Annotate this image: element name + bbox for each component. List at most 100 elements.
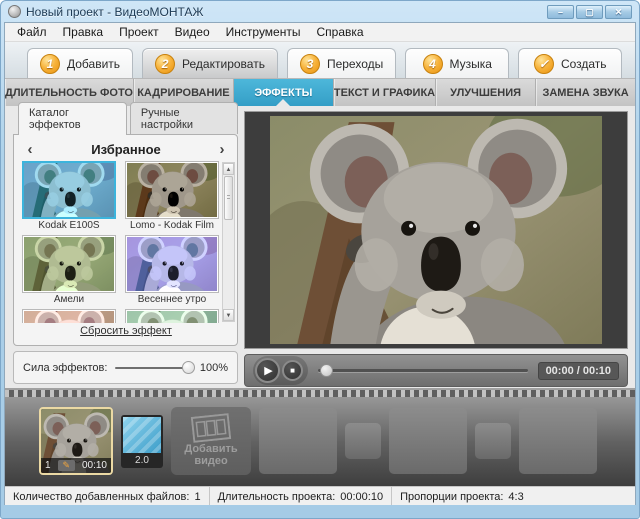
subtab-4[interactable]: ТЕКСТ И ГРАФИКА xyxy=(334,79,436,106)
effect-thumb xyxy=(22,161,116,219)
playback-time: 00:00 / 00:10 xyxy=(538,362,619,380)
subtab-5[interactable]: УЛУЧШЕНИЯ xyxy=(436,79,536,106)
effects-panel: Каталог эффектовРучные настройки ‹ Избра… xyxy=(13,111,238,388)
empty-slot-large[interactable] xyxy=(259,408,337,474)
strength-box: Сила эффектов: 100% xyxy=(13,351,238,384)
prev-category-icon[interactable]: ‹ xyxy=(19,140,41,160)
step-tab-2[interactable]: 2 Редактировать xyxy=(142,48,278,78)
main-area: Каталог эффектовРучные настройки ‹ Избра… xyxy=(5,106,635,388)
status-label: Пропорции проекта: xyxy=(400,491,503,503)
step-tab-1[interactable]: 1 Добавить xyxy=(27,48,133,78)
play-icon: ▶ xyxy=(264,364,272,377)
scrollbar-track[interactable] xyxy=(223,221,234,309)
step-label: Редактировать xyxy=(182,57,265,71)
seek-slider[interactable] xyxy=(318,369,528,372)
preview-column: ▶ ■ 00:00 / 00:10 xyxy=(244,111,628,388)
effect-tile[interactable]: Амели xyxy=(22,235,116,306)
effect-tile[interactable]: Kodak E100S xyxy=(22,161,116,232)
minimize-button[interactable]: – xyxy=(547,5,574,19)
maximize-button[interactable]: ▢ xyxy=(576,5,603,19)
status-value: 1 xyxy=(194,491,200,503)
close-button[interactable]: ✕ xyxy=(605,5,632,19)
check-icon: ✓ xyxy=(534,54,554,74)
playback-bar: ▶ ■ 00:00 / 00:10 xyxy=(244,354,628,387)
subtab-6[interactable]: ЗАМЕНА ЗВУКА xyxy=(536,79,635,106)
scrollbar-thumb[interactable] xyxy=(224,176,233,220)
step-tab-4[interactable]: 4Музыка xyxy=(405,48,509,78)
step-label: Переходы xyxy=(327,57,383,71)
title-bar: Новый проект - ВидеоМОНТАЖ – ▢ ✕ xyxy=(4,1,636,22)
menu-item-video[interactable]: Видео xyxy=(167,25,218,39)
step-badge: 3 xyxy=(300,54,320,74)
seek-slider-handle[interactable] xyxy=(320,364,333,377)
empty-slot-small[interactable] xyxy=(345,423,381,459)
scrollbar-up-icon[interactable]: ▲ xyxy=(223,163,234,175)
add-video-label-1: Добавить xyxy=(184,443,237,455)
timeline: 1 ✎ 00:10 2.0 xyxy=(5,388,635,486)
add-video-label-2: видео xyxy=(194,455,227,467)
preview-area xyxy=(244,111,628,349)
empty-slot-small[interactable] xyxy=(475,423,511,459)
effect-tile[interactable]: Весеннее утро xyxy=(125,235,219,306)
transition-duration: 2.0 xyxy=(123,453,161,466)
transition-swatch xyxy=(123,417,161,453)
play-button[interactable]: ▶ xyxy=(255,358,280,383)
status-bar: Количество добавленных файлов: 1 Длительно… xyxy=(5,486,635,505)
step-tab-5[interactable]: ✓ Создать xyxy=(518,48,622,78)
window-title: Новый проект - ВидеоМОНТАЖ xyxy=(26,5,204,19)
effects-scrollbar[interactable]: ▲ ▼ xyxy=(222,162,235,322)
app-icon xyxy=(8,5,21,18)
menu-item-help[interactable]: Справка xyxy=(308,25,371,39)
stop-button[interactable]: ■ xyxy=(282,360,303,381)
menu-item-edit[interactable]: Правка xyxy=(55,25,112,39)
menu-item-project[interactable]: Проект xyxy=(111,25,167,39)
timeline-track: 1 ✎ 00:10 2.0 xyxy=(5,401,635,481)
preview-image xyxy=(270,116,602,344)
menu-item-tools[interactable]: Инструменты xyxy=(218,25,309,39)
reset-row: Сбросить эффект xyxy=(19,323,233,344)
transition-tile[interactable]: 2.0 xyxy=(121,415,163,468)
effect-name: Весеннее утро xyxy=(125,293,219,306)
effect-tile[interactable]: Lomo - Kodak Film xyxy=(125,161,219,232)
effect-tile[interactable] xyxy=(22,309,116,323)
effects-grid-viewport: Kodak E100S Lomo - Kodak Film Амели Весенне… xyxy=(19,161,233,323)
panel-tab-2[interactable]: Ручные настройки xyxy=(130,102,238,134)
step-label: Добавить xyxy=(67,57,120,71)
effect-thumb xyxy=(22,309,116,323)
next-category-icon[interactable]: › xyxy=(211,140,233,160)
category-title: Избранное xyxy=(41,142,211,157)
effect-thumb xyxy=(125,161,219,219)
clip-duration: 00:10 xyxy=(82,460,107,471)
status-value: 00:00:10 xyxy=(340,491,383,503)
effects-panel-tabs: Каталог эффектовРучные настройки xyxy=(13,111,238,134)
panel-tab-1[interactable]: Каталог эффектов xyxy=(18,102,127,135)
step-badge: 2 xyxy=(155,54,175,74)
effect-tile[interactable] xyxy=(125,309,219,323)
menu-item-file[interactable]: Файл xyxy=(9,25,55,39)
empty-slot-large[interactable] xyxy=(519,408,597,474)
client-area: ФайлПравкаПроектВидеоИнструментыСправка … xyxy=(4,22,636,505)
status-label: Количество добавленных файлов: xyxy=(13,491,189,503)
status-project-duration: Длительность проекта:00:00:10 xyxy=(210,487,393,505)
effect-name: Lomo - Kodak Film xyxy=(125,219,219,232)
effect-name: Kodak E100S xyxy=(22,219,116,232)
add-video-button[interactable]: Добавить видео xyxy=(171,407,251,475)
step-label: Музыка xyxy=(450,57,492,71)
strength-slider[interactable] xyxy=(115,367,191,369)
scrollbar-down-icon[interactable]: ▼ xyxy=(223,309,234,321)
reset-effect-link[interactable]: Сбросить эффект xyxy=(80,325,172,337)
step-label: Создать xyxy=(561,57,607,71)
step-badge: 1 xyxy=(40,54,60,74)
strength-slider-handle[interactable] xyxy=(182,361,195,374)
edit-clip-button[interactable]: ✎ xyxy=(58,460,75,471)
playback-buttons: ▶ ■ xyxy=(253,356,308,385)
subtab-3[interactable]: ЭФФЕКТЫ xyxy=(234,79,334,106)
window-controls: – ▢ ✕ xyxy=(547,5,632,19)
step-tab-3[interactable]: 3 Переходы xyxy=(287,48,396,78)
timeline-clip[interactable]: 1 ✎ 00:10 xyxy=(39,407,113,475)
clip-index: 1 xyxy=(45,460,51,471)
status-files-count: Количество добавленных файлов: 1 xyxy=(5,487,210,505)
effects-catalog: ‹ Избранное › Kodak E100S Lomo - Kodak Fi… xyxy=(13,134,238,346)
pencil-icon: ✎ xyxy=(62,461,70,470)
empty-slot-large[interactable] xyxy=(389,408,467,474)
